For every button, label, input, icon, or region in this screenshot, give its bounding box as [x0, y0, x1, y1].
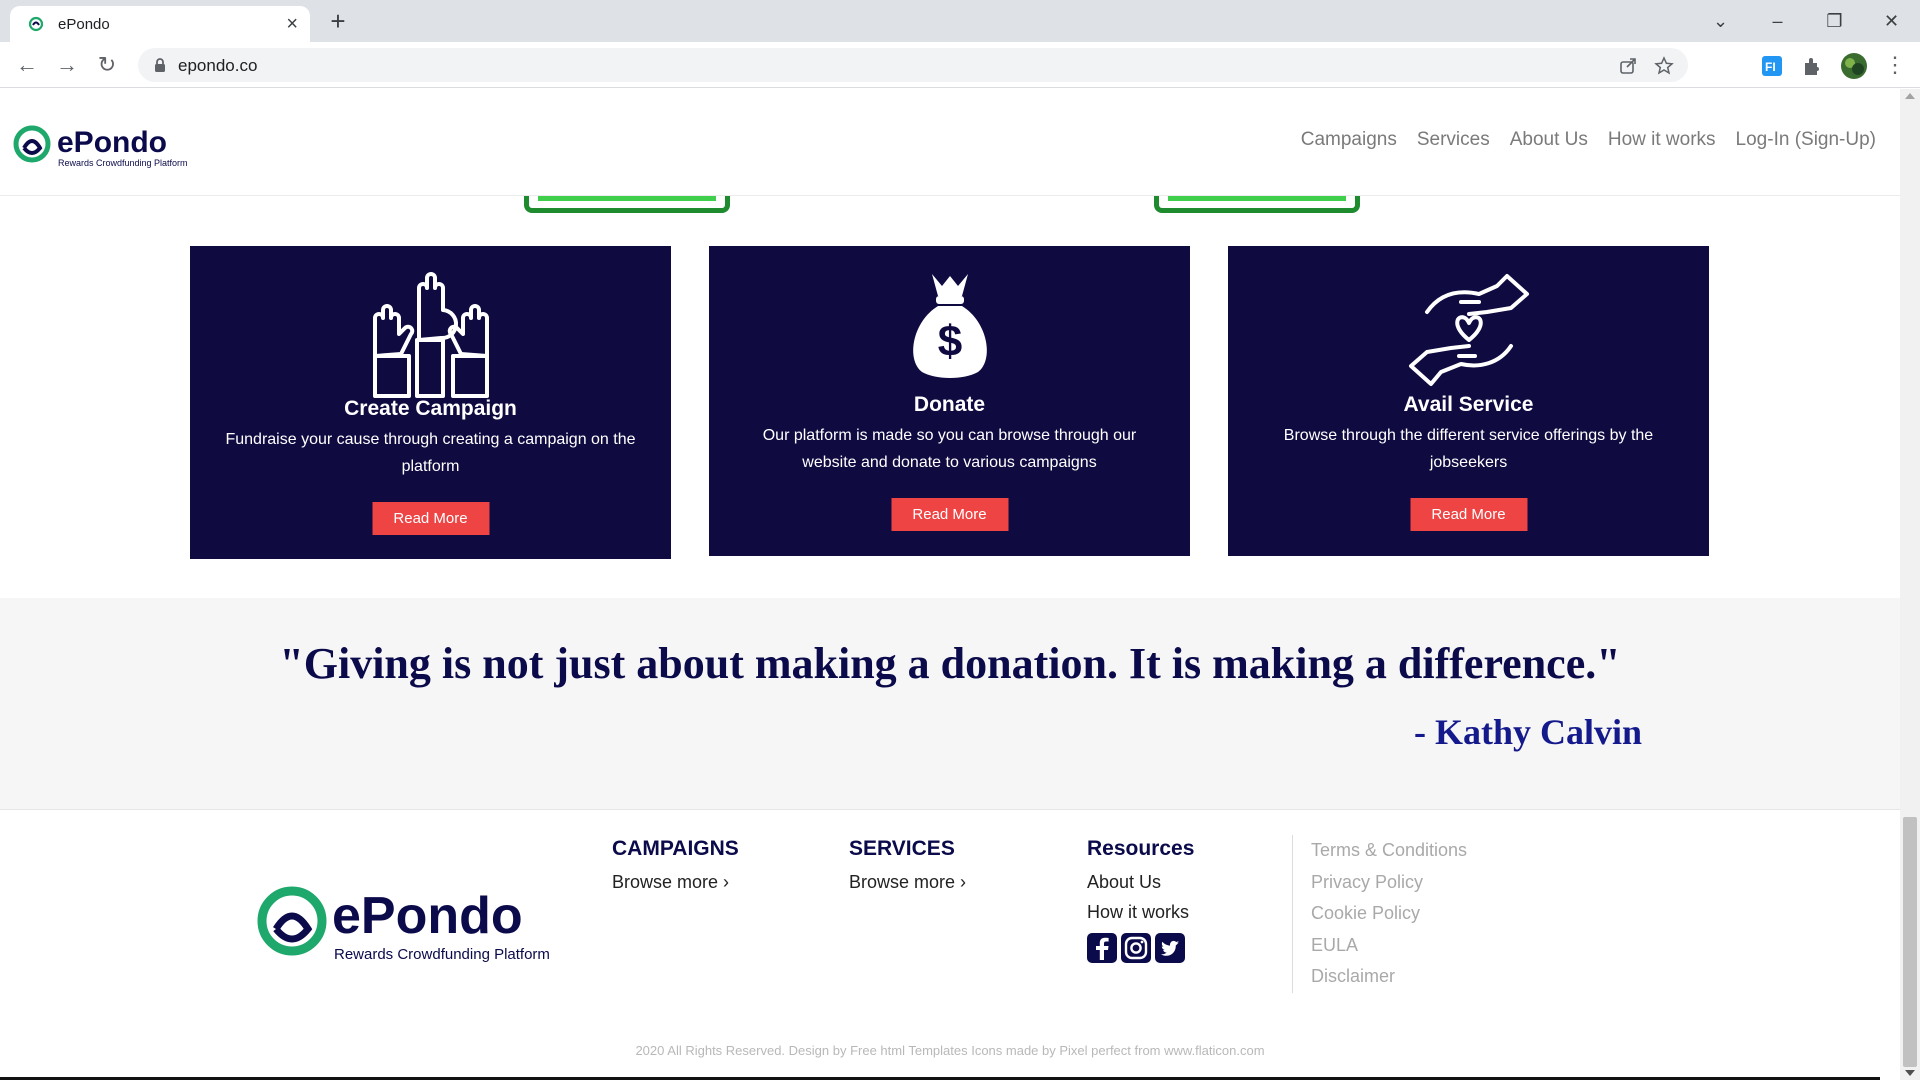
- extensions-puzzle-icon[interactable]: [1800, 54, 1824, 78]
- site-footer: ePondo Rewards Crowdfunding Platform CAM…: [0, 811, 1900, 1080]
- restore-icon[interactable]: ❐: [1806, 11, 1863, 32]
- epondo-footer-logo[interactable]: ePondo Rewards Crowdfunding Platform: [254, 881, 574, 971]
- nav-how-it-works[interactable]: How it works: [1608, 129, 1716, 151]
- nav-login-signup[interactable]: Log-In (Sign-Up): [1736, 129, 1876, 151]
- twitter-icon[interactable]: [1155, 933, 1185, 963]
- back-icon[interactable]: ←: [12, 50, 42, 80]
- nav-campaigns[interactable]: Campaigns: [1301, 129, 1397, 151]
- read-more-button[interactable]: Read More: [891, 498, 1008, 531]
- footer-heading: SERVICES: [849, 837, 955, 860]
- svg-text:$: $: [937, 317, 961, 366]
- scroll-down-arrow-icon[interactable]: [1905, 1070, 1915, 1076]
- forward-icon[interactable]: →: [52, 50, 82, 80]
- extension-fi-icon[interactable]: FI: [1760, 54, 1784, 78]
- svg-text:Rewards Crowdfunding Platform: Rewards Crowdfunding Platform: [334, 946, 550, 963]
- card-description: Our platform is made so you can browse t…: [762, 427, 1137, 471]
- svg-text:ePondo: ePondo: [332, 887, 523, 945]
- page-viewport: ePondo Rewards Crowdfunding Platform Cam…: [0, 89, 1900, 1080]
- epondo-favicon-icon: [28, 16, 44, 32]
- card-avail-service: Avail Service Browse through the differe…: [1228, 246, 1709, 556]
- minimize-icon[interactable]: –: [1749, 11, 1806, 32]
- svg-text:FI: FI: [1765, 60, 1776, 74]
- browser-tab-bar: ePondo × + ⌄ – ❐ ✕: [0, 0, 1920, 42]
- card-title: Avail Service: [1403, 393, 1534, 416]
- window-controls: ⌄ – ❐ ✕: [1692, 0, 1920, 42]
- tab-close-icon[interactable]: ×: [286, 13, 298, 36]
- footer-resources-column: Resources About Us How it works: [1087, 837, 1194, 963]
- page-scrollbar[interactable]: [1900, 89, 1920, 1080]
- tab-search-icon[interactable]: ⌄: [1692, 11, 1749, 32]
- footer-how-it-works-link[interactable]: How it works: [1087, 897, 1194, 927]
- scrollbar-thumb[interactable]: [1903, 817, 1917, 1067]
- nav-about-us[interactable]: About Us: [1510, 129, 1588, 151]
- card-donate: $ Donate Our platform is made so you can…: [709, 246, 1190, 556]
- footer-campaigns-column: CAMPAIGNS Browse more ›: [612, 837, 739, 897]
- disclaimer-link[interactable]: Disclaimer: [1311, 961, 1467, 993]
- instagram-icon[interactable]: [1121, 933, 1151, 963]
- quote-section: "Giving is not just about making a donat…: [0, 598, 1900, 810]
- browser-menu-icon[interactable]: ⋮: [1880, 50, 1910, 80]
- legal-links: Terms & Conditions Privacy Policy Cookie…: [1292, 835, 1467, 993]
- raised-hands-icon: [190, 270, 671, 398]
- profile-avatar[interactable]: [1840, 52, 1868, 80]
- card-create-campaign: Create Campaign Fundraise your cause thr…: [190, 246, 671, 559]
- scroll-up-arrow-icon[interactable]: [1905, 93, 1915, 99]
- terms-link[interactable]: Terms & Conditions: [1311, 835, 1467, 867]
- card-description: Fundraise your cause through creating a …: [225, 431, 636, 475]
- copyright-text: 2020 All Rights Reserved. Design by Free…: [635, 1043, 1265, 1058]
- footer-heading: Resources: [1087, 837, 1195, 860]
- footer-about-us-link[interactable]: About Us: [1087, 867, 1194, 897]
- epondo-logo[interactable]: ePondo Rewards Crowdfunding Platform: [12, 122, 202, 172]
- giving-hands-heart-icon: [1228, 268, 1709, 392]
- url-text: epondo.co: [178, 56, 258, 75]
- card-title: Create Campaign: [344, 397, 517, 420]
- browse-more-services-link[interactable]: Browse more ›: [849, 867, 966, 897]
- footer-services-column: SERVICES Browse more ›: [849, 837, 966, 897]
- bookmark-star-icon[interactable]: [1654, 56, 1674, 76]
- reload-icon[interactable]: ↻: [92, 50, 122, 80]
- facebook-icon[interactable]: [1087, 933, 1117, 963]
- tab-title: ePondo: [58, 15, 110, 33]
- svg-text:Rewards Crowdfunding Platform: Rewards Crowdfunding Platform: [58, 158, 188, 168]
- cookie-policy-link[interactable]: Cookie Policy: [1311, 898, 1467, 930]
- svg-text:ePondo: ePondo: [57, 126, 167, 159]
- social-links: [1087, 933, 1194, 963]
- money-bag-icon: $: [709, 268, 1190, 380]
- site-header: ePondo Rewards Crowdfunding Platform Cam…: [0, 89, 1900, 196]
- privacy-policy-link[interactable]: Privacy Policy: [1311, 867, 1467, 899]
- lock-icon: [155, 58, 165, 72]
- quote-text: "Giving is not just about making a donat…: [279, 639, 1621, 688]
- address-bar[interactable]: epondo.co: [138, 48, 1688, 82]
- quote-author: - Kathy Calvin: [1413, 712, 1642, 752]
- browse-more-campaigns-link[interactable]: Browse more ›: [612, 867, 739, 897]
- eula-link[interactable]: EULA: [1311, 930, 1467, 962]
- new-tab-button[interactable]: +: [324, 8, 352, 36]
- read-more-button[interactable]: Read More: [1410, 498, 1527, 531]
- browser-toolbar: ← → ↻ epondo.co FI ⋮: [0, 42, 1920, 88]
- footer-heading: CAMPAIGNS: [612, 837, 739, 860]
- main-nav: Campaigns Services About Us How it works…: [1301, 129, 1876, 151]
- browser-tab[interactable]: ePondo ×: [10, 6, 310, 42]
- card-title: Donate: [913, 393, 986, 416]
- read-more-button[interactable]: Read More: [372, 502, 489, 535]
- close-window-icon[interactable]: ✕: [1863, 11, 1920, 32]
- nav-services[interactable]: Services: [1417, 129, 1490, 151]
- share-icon[interactable]: [1618, 56, 1638, 76]
- card-description: Browse through the different service off…: [1283, 427, 1654, 471]
